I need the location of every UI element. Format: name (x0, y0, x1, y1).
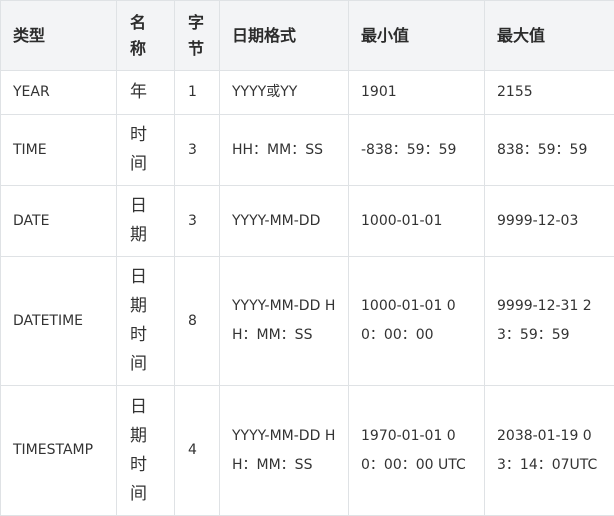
name-cell: 时间 (117, 115, 175, 186)
header-bytes: 字节 (175, 1, 220, 71)
name-cell: 日期时间 (117, 257, 175, 386)
table-row: YEAR 年 1 YYYY或YY 1901 2155 (1, 71, 614, 115)
name-cell: 年 (117, 71, 175, 115)
bytes-cell: 1 (175, 71, 220, 115)
bytes-cell: 8 (175, 257, 220, 386)
table-row: DATETIME 日期时间 8 YYYY-MM-DD HH：MM：SS 1000… (1, 257, 614, 386)
header-max: 最大值 (485, 1, 614, 71)
header-format: 日期格式 (220, 1, 349, 71)
header-name: 名称 (117, 1, 175, 71)
max-cell: 9999-12-31 23：59：59 (485, 257, 614, 386)
type-cell: DATE (1, 186, 117, 257)
min-cell: 1000-01-01 00：00：00 (349, 257, 485, 386)
type-cell: TIME (1, 115, 117, 186)
format-cell: YYYY或YY (220, 71, 349, 115)
min-cell: -838：59：59 (349, 115, 485, 186)
format-cell: HH：MM：SS (220, 115, 349, 186)
table-row: TIME 时间 3 HH：MM：SS -838：59：59 838：59：59 (1, 115, 614, 186)
table-row: TIMESTAMP 日期时间 4 YYYY-MM-DD HH：MM：SS 197… (1, 386, 614, 516)
header-min: 最小值 (349, 1, 485, 71)
min-cell: 1000-01-01 (349, 186, 485, 257)
date-types-table: 类型 名称 字节 日期格式 最小值 最大值 YEAR 年 1 YYYY或YY 1… (0, 0, 614, 516)
type-cell: YEAR (1, 71, 117, 115)
format-cell: YYYY-MM-DD (220, 186, 349, 257)
bytes-cell: 3 (175, 115, 220, 186)
type-cell: TIMESTAMP (1, 386, 117, 516)
min-cell: 1970-01-01 00：00：00 UTC (349, 386, 485, 516)
format-cell: YYYY-MM-DD HH：MM：SS (220, 386, 349, 516)
header-row: 类型 名称 字节 日期格式 最小值 最大值 (1, 1, 614, 71)
name-cell: 日期时间 (117, 386, 175, 516)
max-cell: 2038-01-19 03：14：07UTC (485, 386, 614, 516)
max-cell: 838：59：59 (485, 115, 614, 186)
header-type: 类型 (1, 1, 117, 71)
max-cell: 9999-12-03 (485, 186, 614, 257)
bytes-cell: 3 (175, 186, 220, 257)
bytes-cell: 4 (175, 386, 220, 516)
table-row: DATE 日期 3 YYYY-MM-DD 1000-01-01 9999-12-… (1, 186, 614, 257)
name-cell: 日期 (117, 186, 175, 257)
format-cell: YYYY-MM-DD HH：MM：SS (220, 257, 349, 386)
type-cell: DATETIME (1, 257, 117, 386)
max-cell: 2155 (485, 71, 614, 115)
min-cell: 1901 (349, 71, 485, 115)
